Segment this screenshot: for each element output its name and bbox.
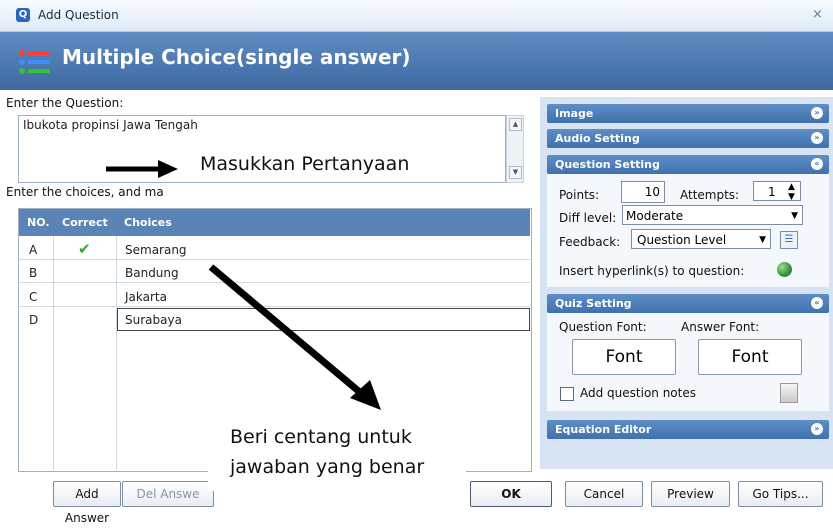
arrow-right-icon xyxy=(106,160,178,178)
annotation-arrows xyxy=(106,160,381,410)
arrow-down-right-icon xyxy=(208,264,381,410)
